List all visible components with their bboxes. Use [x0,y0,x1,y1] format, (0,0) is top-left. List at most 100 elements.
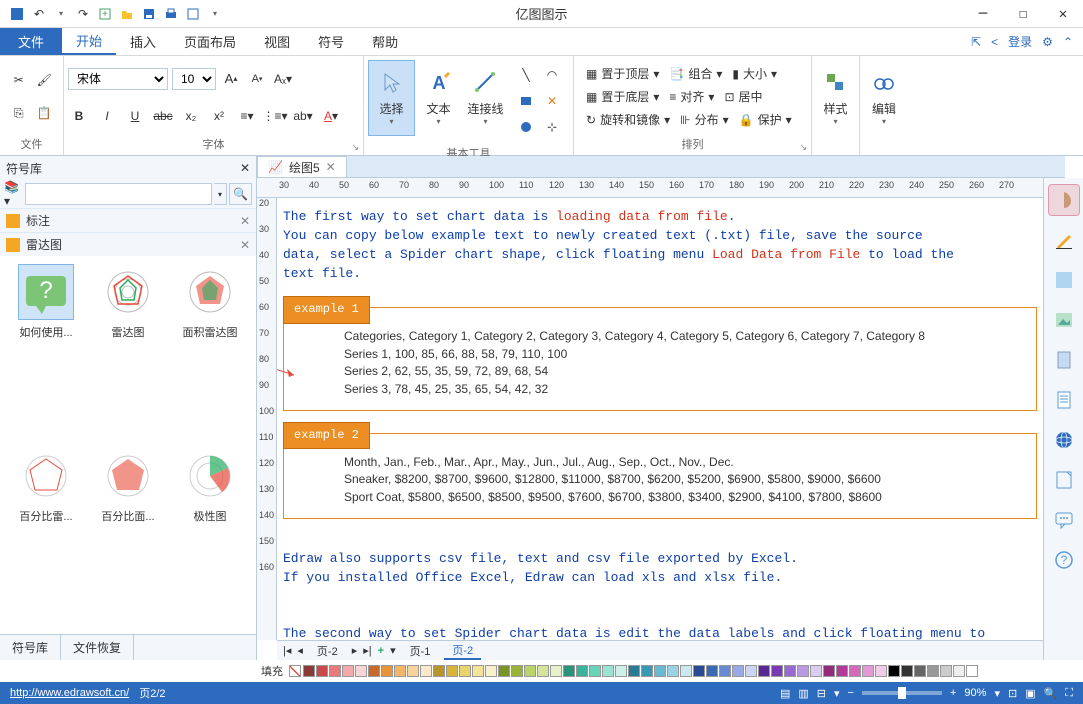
ellipse-tool-icon[interactable] [515,116,537,138]
strikethrough-button[interactable]: abc [152,105,174,127]
color-swatch[interactable] [381,665,393,677]
select-tool-button[interactable]: 选择▾ [368,60,415,136]
color-swatch[interactable] [810,665,822,677]
next-page-icon[interactable]: ▸ [352,644,358,657]
page-icon[interactable] [1048,344,1080,376]
maximize-button[interactable]: ☐ [1003,0,1043,28]
color-swatch[interactable] [524,665,536,677]
fullscreen-icon[interactable]: ⛶ [1065,687,1073,700]
page-tab-1[interactable]: 页-1 [402,643,439,659]
theme-icon[interactable] [1048,184,1080,216]
color-swatch[interactable] [901,665,913,677]
export-icon[interactable]: ⇱ [971,35,981,49]
increase-font-icon[interactable]: A▴ [220,68,242,90]
color-swatch[interactable] [927,665,939,677]
doc-tab[interactable]: 📈绘图5✕ [257,156,347,177]
color-swatch[interactable] [875,665,887,677]
sidebar-tab-recover[interactable]: 文件恢复 [61,635,134,660]
color-swatch[interactable] [888,665,900,677]
menu-tab-symbols[interactable]: 符号 [304,28,358,55]
shape-area-radar[interactable]: 面积雷达图 [172,264,248,442]
zoom-fit-icon[interactable]: 🔍 [1044,687,1058,700]
no-fill-swatch[interactable] [289,665,301,677]
color-swatch[interactable] [784,665,796,677]
category-annot[interactable]: 标注✕ [0,208,256,232]
color-swatch[interactable] [459,665,471,677]
shape-pct-area[interactable]: 百分比面... [90,448,166,626]
color-swatch[interactable] [849,665,861,677]
new-icon[interactable]: + [96,5,114,23]
search-button[interactable]: 🔍 [229,183,252,205]
color-swatch[interactable] [446,665,458,677]
arc-tool-icon[interactable]: ◠ [541,64,563,86]
color-swatch[interactable] [914,665,926,677]
color-swatch[interactable] [472,665,484,677]
url-link[interactable]: http://www.edrawsoft.cn/ [10,687,129,699]
color-swatch[interactable] [628,665,640,677]
minimize-button[interactable]: ─ [963,0,1003,28]
rect-tool-icon[interactable] [515,90,537,112]
sidebar-tab-library[interactable]: 符号库 [0,635,61,660]
align-button[interactable]: ≡ 对齐▾ [665,86,718,108]
category-radar[interactable]: 雷达图✕ [0,232,256,256]
copy-icon[interactable]: ⎘ [8,102,30,124]
color-swatch[interactable] [667,665,679,677]
menu-file[interactable]: 文件 [0,28,62,55]
color-swatch[interactable] [550,665,562,677]
pen-icon[interactable] [1048,224,1080,256]
close-icon[interactable]: ✕ [240,161,250,175]
library-icon[interactable]: 📚▾ [4,183,23,205]
menu-tab-layout[interactable]: 页面布局 [170,28,250,55]
fit-width-icon[interactable]: ⊡ [1008,687,1017,700]
paste-icon[interactable]: 📋 [34,102,56,124]
view-mode3-icon[interactable]: ⊟ [817,687,826,700]
close-button[interactable]: ✕ [1043,0,1083,28]
cut-icon[interactable]: ✂ [8,69,30,91]
color-swatch[interactable] [537,665,549,677]
export-icon[interactable] [184,5,202,23]
prev-page-icon[interactable]: ◂ [297,644,303,657]
add-page-icon[interactable]: + [378,645,384,657]
zoom-in-button[interactable]: + [950,687,956,699]
color-swatch[interactable] [433,665,445,677]
color-swatch[interactable] [615,665,627,677]
line-spacing-icon[interactable]: ≡▾ [236,105,258,127]
star-tool-icon[interactable]: ✕ [541,90,563,112]
color-swatch[interactable] [823,665,835,677]
distribute-button[interactable]: ⊪ 分布▾ [676,109,733,131]
redo-icon[interactable]: ↷ [74,5,92,23]
color-swatch[interactable] [862,665,874,677]
color-swatch[interactable] [940,665,952,677]
dropdown-icon[interactable]: ▾ [52,5,70,23]
style-button[interactable]: 样式▾ [816,60,855,136]
menu-tab-home[interactable]: 开始 [62,28,116,55]
menu-tab-insert[interactable]: 插入 [116,28,170,55]
rotate-button[interactable]: ↻ 旋转和镜像▾ [582,109,674,131]
clear-format-icon[interactable]: Aₓ▾ [272,68,294,90]
login-link[interactable]: 登录 [1008,33,1032,50]
layer-icon[interactable] [1048,264,1080,296]
zoom-level[interactable]: 90% [964,687,986,699]
view-mode1-icon[interactable]: ▤ [780,687,790,700]
color-swatch[interactable] [355,665,367,677]
font-color-icon[interactable]: A▾ [320,105,342,127]
font-family-select[interactable]: 宋体 [68,68,168,90]
decrease-font-icon[interactable]: A▾ [246,68,268,90]
share-icon[interactable]: < [991,35,998,49]
save-icon[interactable] [140,5,158,23]
color-swatch[interactable] [745,665,757,677]
color-swatch[interactable] [680,665,692,677]
color-swatch[interactable] [342,665,354,677]
color-swatch[interactable] [485,665,497,677]
superscript-icon[interactable]: x² [208,105,230,127]
undo-icon[interactable]: ↶ [30,5,48,23]
color-swatch[interactable] [576,665,588,677]
color-swatch[interactable] [329,665,341,677]
color-swatch[interactable] [407,665,419,677]
underline-button[interactable]: U [124,105,146,127]
color-swatch[interactable] [706,665,718,677]
collapse-ribbon-icon[interactable]: ⌃ [1063,35,1073,49]
italic-button[interactable]: I [96,105,118,127]
font-size-select[interactable]: 10 [172,68,216,90]
subscript-icon[interactable]: x₂ [180,105,202,127]
